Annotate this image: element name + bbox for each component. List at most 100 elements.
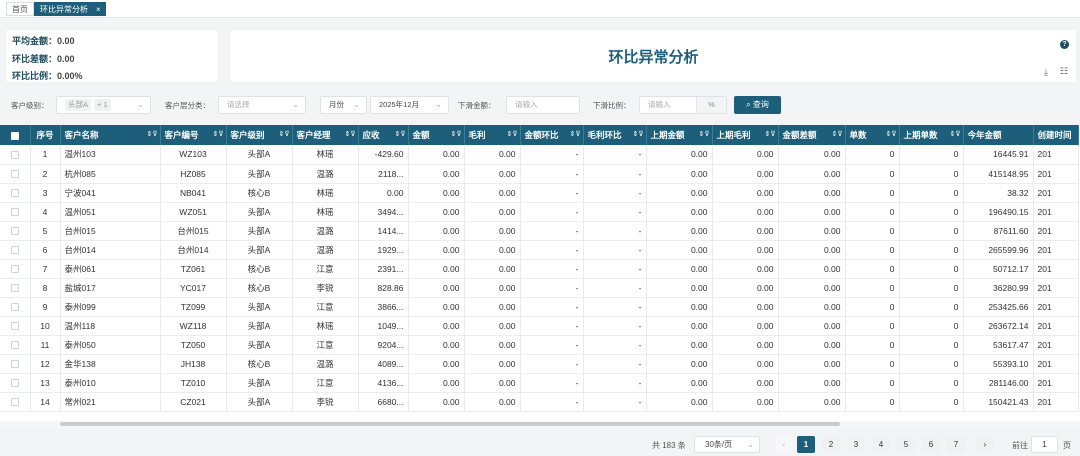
category-select[interactable]: 请选择 ⌄ — [218, 96, 306, 114]
column-header[interactable]: 今年金额 — [963, 125, 1034, 145]
row-checkbox[interactable] — [10, 398, 19, 407]
help-icon[interactable]: ? — [1060, 40, 1069, 49]
column-header[interactable]: 上期金额 ⇕ ⊽ — [646, 125, 713, 145]
page-button[interactable]: 4 — [872, 436, 890, 453]
sort-filter-icon[interactable]: ⇕ ⊽ — [886, 130, 897, 138]
row-checkbox-cell[interactable] — [0, 221, 31, 241]
table-row[interactable]: 10 温州118 WZ118 头部A 林瑶 1049... 0.00 0.00- -0.00 0.… — [0, 316, 1079, 336]
column-header[interactable]: 创建时间 — [1033, 125, 1079, 145]
row-checkbox-cell[interactable] — [0, 373, 31, 393]
row-checkbox[interactable] — [10, 360, 19, 369]
column-header[interactable]: 金额环比 ⇕ ⊽ — [520, 125, 584, 145]
column-header[interactable]: 客户编号 ⇕ ⊽ — [160, 125, 227, 145]
page-button[interactable]: 7 — [947, 436, 965, 453]
row-checkbox[interactable] — [10, 208, 19, 217]
horizontal-scrollbar[interactable] — [0, 421, 1080, 427]
sort-filter-icon[interactable]: ⇕ ⊽ — [451, 130, 462, 138]
row-checkbox[interactable] — [10, 379, 19, 388]
tab-active[interactable]: 环比异常分析 × — [34, 2, 106, 16]
period-type-select[interactable]: 月份 ⌄ — [320, 96, 367, 114]
row-checkbox-cell[interactable] — [0, 145, 31, 165]
table-row[interactable]: 8 盐城017 YC017 核心B 李锐 828.86 0.00 0.00- -0.00 0.00… — [0, 278, 1079, 298]
close-icon[interactable]: × — [96, 5, 101, 14]
sort-filter-icon[interactable]: ⇕ ⊽ — [699, 130, 710, 138]
table-row[interactable]: 9 泰州099 TZ099 头部A 江意 3866... 0.00 0.00- -0.00 0.0… — [0, 297, 1079, 317]
sort-filter-icon[interactable]: ⇕ ⊽ — [147, 130, 158, 138]
column-header[interactable]: 上期单数 ⇕ ⊽ — [899, 125, 964, 145]
table-row[interactable]: 2 杭州085 HZ085 头部A 温潞 2118... 0.00 0.00- -0.00 0.0… — [0, 164, 1079, 184]
column-header[interactable]: 应收 ⇕ ⊽ — [358, 125, 409, 145]
table-row[interactable]: 13 泰州010 TZ010 头部A 江意 4136... 0.00 0.00- -0.00 0.… — [0, 373, 1079, 393]
column-settings-icon[interactable]: ☷ — [1060, 66, 1068, 77]
ratio-drop-input[interactable]: 请输入 % — [639, 96, 727, 114]
column-header[interactable]: 单数 ⇕ ⊽ — [845, 125, 900, 145]
page-button[interactable]: 3 — [847, 436, 865, 453]
sort-filter-icon[interactable]: ⇕ ⊽ — [213, 130, 224, 138]
row-checkbox[interactable] — [10, 284, 19, 293]
column-header[interactable]: 毛利环比 ⇕ ⊽ — [583, 125, 647, 145]
row-checkbox[interactable] — [10, 341, 19, 350]
scrollbar-thumb[interactable] — [60, 422, 840, 426]
table-row[interactable]: 14 常州021 CZ021 头部A 李锐 6680... 0.00 0.00- -0.00 0.… — [0, 392, 1079, 412]
sort-filter-icon[interactable]: ⇕ ⊽ — [507, 130, 518, 138]
table-row[interactable]: 11 泰州050 TZ050 头部A 江意 9204... 0.00 0.00- -0.00 0.… — [0, 335, 1079, 355]
column-header[interactable]: 客户经理 ⇕ ⊽ — [292, 125, 359, 145]
row-checkbox-cell[interactable] — [0, 316, 31, 336]
row-checkbox-cell[interactable] — [0, 335, 31, 355]
sort-filter-icon[interactable]: ⇕ ⊽ — [345, 130, 356, 138]
column-header[interactable]: 客户名称 ⇕ ⊽ — [60, 125, 161, 145]
column-header[interactable]: 序号 — [30, 125, 61, 145]
sort-filter-icon[interactable]: ⇕ ⊽ — [395, 130, 406, 138]
sort-filter-icon[interactable]: ⇕ ⊽ — [950, 130, 961, 138]
page-size-select[interactable]: 30条/页 ⌄ — [694, 436, 760, 453]
row-checkbox-cell[interactable] — [0, 164, 31, 184]
sort-filter-icon[interactable]: ⇕ ⊽ — [570, 130, 581, 138]
row-checkbox-cell[interactable] — [0, 278, 31, 298]
goto-page-input[interactable]: 1 — [1031, 436, 1058, 453]
row-checkbox-cell[interactable] — [0, 202, 31, 222]
row-checkbox[interactable] — [10, 227, 19, 236]
sort-filter-icon[interactable]: ⇕ ⊽ — [633, 130, 644, 138]
page-button[interactable]: 6 — [922, 436, 940, 453]
column-header[interactable]: 客户级别 ⇕ ⊽ — [226, 125, 293, 145]
checkbox[interactable] — [10, 131, 19, 140]
row-checkbox[interactable] — [10, 170, 19, 179]
row-checkbox-cell[interactable] — [0, 240, 31, 260]
row-checkbox[interactable] — [10, 322, 19, 331]
column-header[interactable]: 金额 ⇕ ⊽ — [408, 125, 465, 145]
row-checkbox-cell[interactable] — [0, 297, 31, 317]
row-checkbox[interactable] — [10, 151, 19, 159]
row-checkbox-cell[interactable] — [0, 354, 31, 374]
table-row[interactable]: 12 金华138 JH138 核心B 温潞 4089... 0.00 0.00- -0.00 0.… — [0, 354, 1079, 374]
table-row[interactable]: 5 台州015 台州015 头部A 温潞 1414... 0.00 0.00- -0.00 0.0… — [0, 221, 1079, 241]
prev-page-button[interactable]: ‹ — [775, 436, 793, 453]
row-checkbox-cell[interactable] — [0, 183, 31, 203]
column-header[interactable]: 上期毛利 ⇕ ⊽ — [712, 125, 779, 145]
table-row[interactable]: 7 泰州061 TZ061 核心B 江意 2391... 0.00 0.00- -0.00 0.0… — [0, 259, 1079, 279]
tab-home[interactable]: 首页 — [6, 2, 34, 16]
select-all-checkbox[interactable] — [0, 125, 31, 145]
table-row[interactable]: 1 温州103 WZ103 头部A 林瑶 -429.60 0.00 0.00- -0.00 0.0… — [0, 145, 1079, 165]
table-row[interactable]: 4 温州051 WZ051 头部A 林瑶 3494... 0.00 0.00- -0.00 0.0… — [0, 202, 1079, 222]
sort-filter-icon[interactable]: ⇕ ⊽ — [279, 130, 290, 138]
page-button[interactable]: 1 — [797, 436, 815, 453]
page-button[interactable]: 5 — [897, 436, 915, 453]
row-checkbox[interactable] — [10, 265, 19, 274]
customer-level-select[interactable]: 头部A + 1 ⌄ — [56, 96, 151, 114]
sort-filter-icon[interactable]: ⇕ ⊽ — [765, 130, 776, 138]
page-button[interactable]: 2 — [822, 436, 840, 453]
column-header[interactable]: 金额差额 ⇕ ⊽ — [778, 125, 846, 145]
next-page-button[interactable]: › — [976, 436, 994, 453]
row-checkbox-cell[interactable] — [0, 392, 31, 412]
row-checkbox[interactable] — [10, 246, 19, 255]
query-button[interactable]: ⌕ 查询 — [734, 96, 781, 114]
month-picker[interactable]: 2025年12月 ⌄ — [370, 96, 449, 114]
row-checkbox-cell[interactable] — [0, 259, 31, 279]
row-checkbox[interactable] — [10, 189, 19, 198]
table-row[interactable]: 3 宁波041 NB041 核心B 林瑶 0.00 0.00 0.00- -0.00 0.00 0.… — [0, 183, 1079, 203]
table-row[interactable]: 6 台州014 台州014 头部A 温潞 1929... 0.00 0.00- -0.00 0.0… — [0, 240, 1079, 260]
column-header[interactable]: 毛利 ⇕ ⊽ — [464, 125, 521, 145]
download-icon[interactable]: ⤓ — [1044, 67, 1048, 78]
sort-filter-icon[interactable]: ⇕ ⊽ — [832, 130, 843, 138]
amount-drop-input[interactable]: 请输入 — [506, 96, 580, 114]
